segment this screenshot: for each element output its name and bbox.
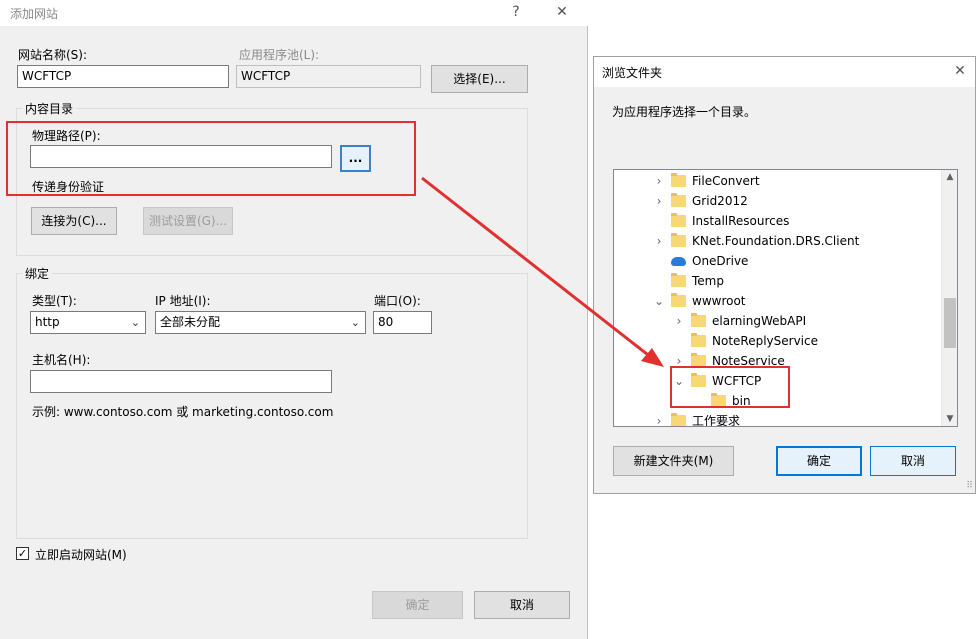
chevron-right-icon[interactable]: › xyxy=(652,411,666,426)
tree-item-label: InstallResources xyxy=(692,214,790,228)
site-name-input[interactable]: WCFTCP xyxy=(17,65,229,88)
folder-icon xyxy=(671,273,686,287)
cloud-icon xyxy=(671,256,686,266)
close-icon[interactable]: ✕ xyxy=(950,63,970,79)
tree-item-label: 工作要求 xyxy=(692,414,741,427)
resize-grip-icon[interactable]: ⠿ xyxy=(966,481,973,491)
tree-item[interactable]: NoteReplyService xyxy=(672,331,818,351)
chevron-right-icon[interactable]: › xyxy=(652,171,666,191)
folder-icon xyxy=(671,213,686,227)
type-select-value: http xyxy=(35,315,60,329)
tree-item[interactable]: › KNet.Foundation.DRS.Client xyxy=(652,231,859,251)
host-name-input[interactable] xyxy=(30,370,332,393)
folder-icon xyxy=(671,413,686,426)
ip-address-select[interactable]: 全部未分配 ⌄ xyxy=(155,311,366,334)
title-bar: 添加网站 ? ✕ xyxy=(0,0,588,26)
title-bar: 浏览文件夹 ✕ xyxy=(594,57,975,87)
tree-item[interactable]: › 工作要求 xyxy=(652,411,741,427)
browse-ok-button[interactable]: 确定 xyxy=(776,446,862,476)
tree-item[interactable]: ⌄ wwwroot xyxy=(652,291,746,311)
tree-item[interactable]: OneDrive xyxy=(652,251,748,271)
vertical-scrollbar[interactable]: ▲ ▼ xyxy=(941,170,957,426)
chevron-right-icon[interactable]: › xyxy=(672,311,686,331)
binding-group-label: 绑定 xyxy=(22,265,53,282)
folder-icon xyxy=(671,293,686,307)
start-site-checkbox[interactable]: ✓ xyxy=(16,547,29,560)
close-icon[interactable]: ✕ xyxy=(552,4,572,20)
tree-item[interactable]: › Grid2012 xyxy=(652,191,748,211)
tree-item[interactable]: › FileConvert xyxy=(652,171,760,191)
folder-icon xyxy=(691,333,706,347)
chevron-right-icon[interactable]: › xyxy=(652,191,666,211)
tree-item-label: OneDrive xyxy=(692,254,749,268)
tree-item[interactable]: Temp xyxy=(652,271,724,291)
connect-as-button[interactable]: 连接为(C)... xyxy=(31,207,117,235)
type-label: 类型(T): xyxy=(32,294,77,308)
folder-icon xyxy=(671,233,686,247)
folder-icon xyxy=(671,193,686,207)
help-icon[interactable]: ? xyxy=(506,4,526,20)
highlight-box-physical-path xyxy=(6,121,416,196)
test-settings-button: 测试设置(G)... xyxy=(143,207,233,235)
instruction-text: 为应用程序选择一个目录。 xyxy=(612,105,757,119)
cancel-button[interactable]: 取消 xyxy=(474,591,570,619)
chevron-down-icon: ⌄ xyxy=(130,316,140,329)
tree-item[interactable]: InstallResources xyxy=(652,211,789,231)
port-input[interactable]: 80 xyxy=(373,311,432,334)
ip-address-select-value: 全部未分配 xyxy=(160,315,221,329)
folder-icon xyxy=(671,173,686,187)
tree-item-label: elarningWebAPI xyxy=(712,314,807,328)
ip-address-label: IP 地址(I): xyxy=(155,294,211,308)
chevron-right-icon[interactable]: › xyxy=(652,231,666,251)
tree-item-label: KNet.Foundation.DRS.Client xyxy=(692,234,860,248)
chevron-down-icon[interactable]: ⌄ xyxy=(652,291,666,311)
dialog-title: 浏览文件夹 xyxy=(602,66,663,80)
site-name-label: 网站名称(S): xyxy=(18,48,88,62)
scroll-down-icon[interactable]: ▼ xyxy=(942,412,957,426)
app-pool-field: WCFTCP xyxy=(236,65,421,88)
add-website-dialog: 添加网站 ? ✕ 网站名称(S): WCFTCP 应用程序池(L): WCFTC… xyxy=(0,0,588,639)
folder-icon xyxy=(691,313,706,327)
start-site-label: 立即启动网站(M) xyxy=(35,548,127,562)
tree-item[interactable]: › elarningWebAPI xyxy=(672,311,806,331)
content-directory-group-label: 内容目录 xyxy=(22,100,77,117)
tree-item-label: FileConvert xyxy=(692,174,760,188)
tree-item-label: Grid2012 xyxy=(692,194,748,208)
ok-button: 确定 xyxy=(372,591,463,619)
highlight-box-wcftcp xyxy=(670,366,790,408)
tree-item-label: Temp xyxy=(692,274,724,288)
browse-folder-dialog: 浏览文件夹 ✕ 为应用程序选择一个目录。 › FileConvert › Grid20… xyxy=(593,56,976,494)
scrollbar-thumb[interactable] xyxy=(944,298,956,348)
tree-item-label: NoteReplyService xyxy=(712,334,818,348)
app-pool-label: 应用程序池(L): xyxy=(239,48,320,62)
port-label: 端口(O): xyxy=(374,294,421,308)
dialog-title: 添加网站 xyxy=(10,7,59,21)
tree-item-label: wwwroot xyxy=(692,294,746,308)
host-example-text: 示例: www.contoso.com 或 marketing.contoso.… xyxy=(32,405,334,419)
type-select[interactable]: http ⌄ xyxy=(30,311,146,334)
new-folder-button[interactable]: 新建文件夹(M) xyxy=(613,446,734,476)
chevron-down-icon: ⌄ xyxy=(350,316,360,329)
select-app-pool-button[interactable]: 选择(E)... xyxy=(431,65,528,93)
browse-cancel-button[interactable]: 取消 xyxy=(870,446,956,476)
scroll-up-icon[interactable]: ▲ xyxy=(942,170,957,184)
host-name-label: 主机名(H): xyxy=(32,353,91,367)
